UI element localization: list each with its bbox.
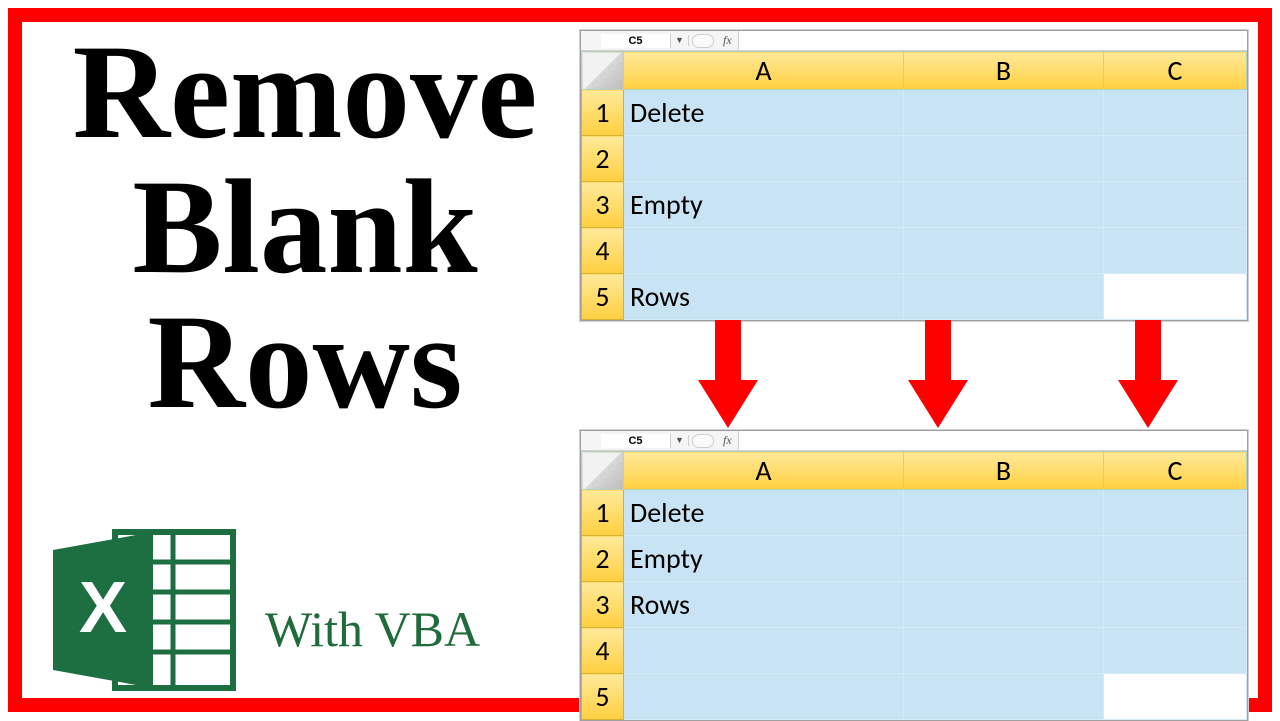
active-cell[interactable] [1104, 274, 1247, 320]
cell[interactable]: Rows [624, 274, 904, 320]
cell[interactable] [624, 628, 904, 674]
cell[interactable] [1104, 536, 1247, 582]
svg-text:X: X [79, 568, 127, 648]
cell[interactable] [904, 136, 1104, 182]
row-header[interactable]: 5 [582, 274, 624, 320]
cell[interactable] [904, 274, 1104, 320]
table-row: 4 [582, 228, 1247, 274]
col-header-c[interactable]: C [1104, 52, 1247, 90]
col-header-c[interactable]: C [1104, 452, 1247, 490]
cell[interactable] [904, 490, 1104, 536]
active-cell[interactable] [1104, 674, 1247, 720]
formula-input[interactable] [738, 431, 1247, 450]
row-header[interactable]: 3 [582, 582, 624, 628]
fx-pill [692, 434, 714, 448]
cell[interactable] [1104, 490, 1247, 536]
name-box-dropdown-icon[interactable]: ▼ [671, 35, 689, 46]
cell[interactable] [904, 674, 1104, 720]
subtitle: With VBA [265, 600, 480, 658]
table-row: 3 Rows [582, 582, 1247, 628]
excel-icon: X [45, 520, 245, 700]
cell[interactable] [1104, 628, 1247, 674]
row-header[interactable]: 4 [582, 628, 624, 674]
fx-icon[interactable]: fx [717, 33, 738, 48]
cell[interactable] [904, 90, 1104, 136]
select-all-corner[interactable] [582, 52, 624, 90]
cell[interactable] [904, 628, 1104, 674]
title-line-1: Remove [45, 25, 565, 160]
col-header-a[interactable]: A [624, 452, 904, 490]
spreadsheet-before: C5 ▼ fx A B C 1 Delete 2 3 Empty [580, 30, 1248, 321]
grid-after: A B C 1 Delete 2 Empty 3 Rows 4 [581, 451, 1247, 720]
fx-icon[interactable]: fx [717, 433, 738, 448]
cell[interactable]: Delete [624, 490, 904, 536]
fx-pill [692, 34, 714, 48]
row-header[interactable]: 2 [582, 536, 624, 582]
row-header[interactable]: 1 [582, 90, 624, 136]
formula-bar: C5 ▼ fx [581, 431, 1247, 451]
table-row: 2 Empty [582, 536, 1247, 582]
cell[interactable]: Empty [624, 182, 904, 228]
cell[interactable] [1104, 582, 1247, 628]
cell[interactable] [904, 582, 1104, 628]
row-header[interactable]: 4 [582, 228, 624, 274]
col-header-a[interactable]: A [624, 52, 904, 90]
name-box[interactable]: C5 [601, 434, 671, 448]
cell[interactable]: Rows [624, 582, 904, 628]
col-header-b[interactable]: B [904, 452, 1104, 490]
col-header-b[interactable]: B [904, 52, 1104, 90]
cell[interactable]: Empty [624, 536, 904, 582]
arrow-down-icon [1130, 320, 1166, 425]
table-row: 5 [582, 674, 1247, 720]
cell[interactable] [1104, 228, 1247, 274]
cell[interactable] [904, 182, 1104, 228]
arrow-down-icon [710, 320, 746, 425]
table-row: 5 Rows [582, 274, 1247, 320]
table-row: 1 Delete [582, 490, 1247, 536]
formula-bar: C5 ▼ fx [581, 31, 1247, 51]
cell[interactable] [624, 136, 904, 182]
cell[interactable] [904, 536, 1104, 582]
arrow-down-icon [920, 320, 956, 425]
table-row: 4 [582, 628, 1247, 674]
name-box[interactable]: C5 [601, 34, 671, 48]
cell[interactable]: Delete [624, 90, 904, 136]
cell[interactable] [1104, 182, 1247, 228]
table-row: 2 [582, 136, 1247, 182]
grid-before: A B C 1 Delete 2 3 Empty 4 [581, 51, 1247, 320]
formula-input[interactable] [738, 31, 1247, 50]
spreadsheet-after: C5 ▼ fx A B C 1 Delete 2 Empty 3 Rows [580, 430, 1248, 721]
main-title: Remove Blank Rows [45, 25, 565, 430]
table-row: 3 Empty [582, 182, 1247, 228]
cell[interactable] [624, 228, 904, 274]
name-box-dropdown-icon[interactable]: ▼ [671, 435, 689, 446]
row-header[interactable]: 2 [582, 136, 624, 182]
cell[interactable] [1104, 136, 1247, 182]
table-row: 1 Delete [582, 90, 1247, 136]
title-line-3: Rows [45, 295, 565, 430]
row-header[interactable]: 3 [582, 182, 624, 228]
row-header[interactable]: 1 [582, 490, 624, 536]
cell[interactable] [624, 674, 904, 720]
select-all-corner[interactable] [582, 452, 624, 490]
row-header[interactable]: 5 [582, 674, 624, 720]
cell[interactable] [1104, 90, 1247, 136]
title-line-2: Blank [45, 160, 565, 295]
cell[interactable] [904, 228, 1104, 274]
